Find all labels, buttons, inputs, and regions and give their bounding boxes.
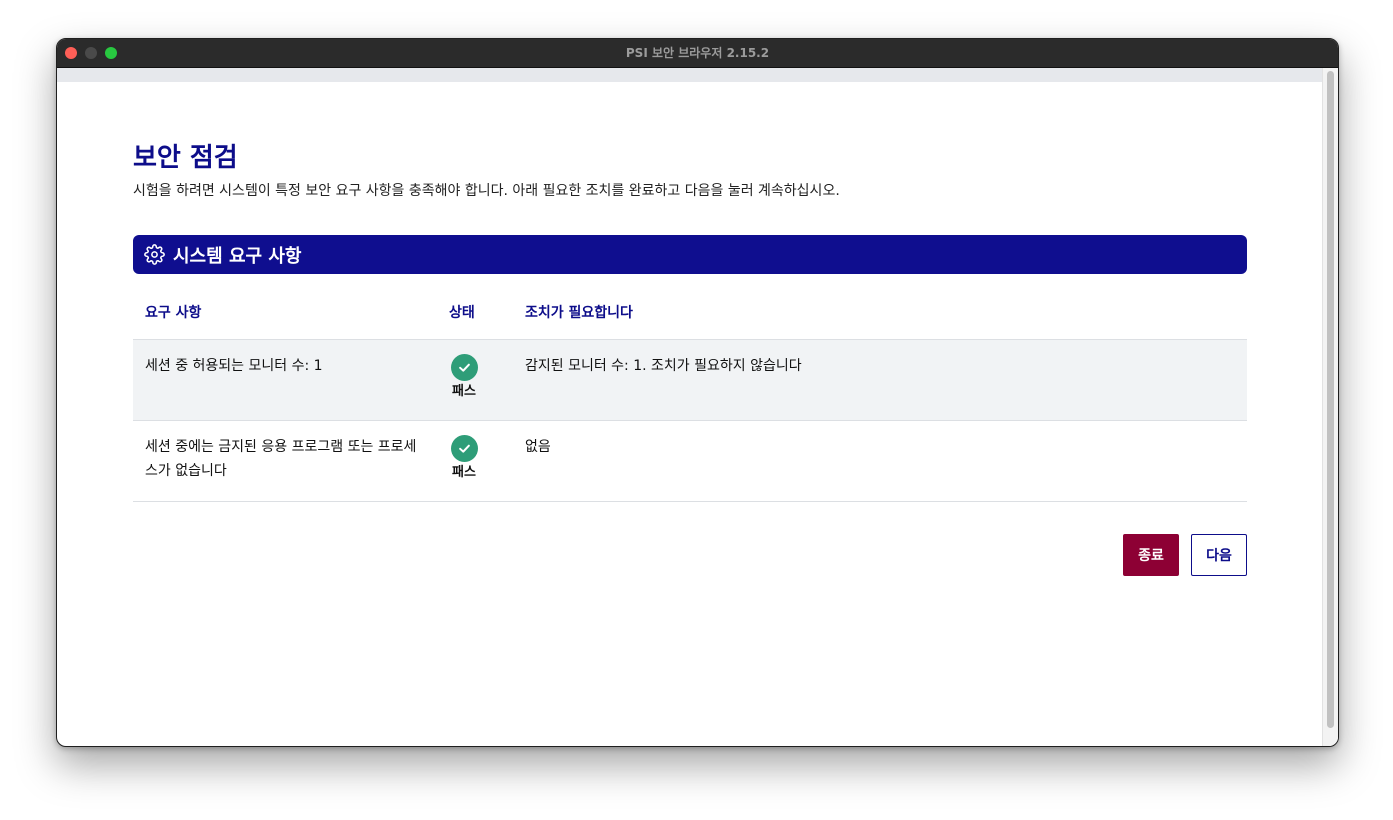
section-title: 시스템 요구 사항	[173, 245, 302, 267]
next-button[interactable]: 다음	[1191, 534, 1247, 576]
status-cell: 패스	[437, 339, 513, 421]
gear-icon	[144, 244, 165, 265]
requirement-cell: 세션 중에는 금지된 응용 프로그램 또는 프로세스가 없습니다	[133, 420, 437, 502]
app-window: PSI 보안 브라우저 2.15.2 보안 점검 시험을 하려면 시스템이 특정…	[56, 38, 1339, 747]
page-subtitle: 시험을 하려면 시스템이 특정 보안 요구 사항을 충족해야 합니다. 아래 필…	[133, 183, 840, 199]
check-circle-icon	[450, 354, 478, 381]
scrollbar-thumb[interactable]	[1327, 71, 1334, 728]
window-title: PSI 보안 브라우저 2.15.2	[625, 46, 770, 60]
main-content: 보안 점검 시험을 하려면 시스템이 특정 보안 요구 사항을 충족해야 합니다…	[133, 141, 1247, 576]
requirement-cell: 세션 중 허용되는 모니터 수: 1	[133, 339, 437, 421]
page-title: 보안 점검	[133, 143, 238, 173]
top-strip	[57, 68, 1323, 82]
exit-button[interactable]: 종료	[1123, 534, 1179, 576]
title-bar: PSI 보안 브라우저 2.15.2	[57, 39, 1338, 68]
table-row: 세션 중에는 금지된 응용 프로그램 또는 프로세스가 없습니다 패스 없음	[133, 420, 1247, 502]
status-label: 패스	[452, 465, 476, 480]
header-requirement: 요구 사항	[145, 305, 202, 321]
button-bar: 종료 다음	[133, 534, 1247, 576]
action-cell: 없음	[513, 420, 1247, 502]
table-row: 세션 중 허용되는 모니터 수: 1 패스 감지된 모니터 수: 1. 조치가 …	[133, 339, 1247, 421]
status-cell: 패스	[437, 420, 513, 502]
check-circle-icon	[450, 435, 478, 462]
action-cell: 감지된 모니터 수: 1. 조치가 필요하지 않습니다	[513, 339, 1247, 421]
table-header-row: 요구 사항 상태 조치가 필요합니다	[133, 296, 1247, 340]
header-action: 조치가 필요합니다	[525, 305, 633, 321]
status-label: 패스	[452, 384, 476, 399]
requirements-table: 요구 사항 상태 조치가 필요합니다 세션 중 허용되는 모니터 수: 1 패스…	[133, 296, 1247, 502]
header-status: 상태	[449, 305, 475, 321]
scrollbar-track[interactable]	[1322, 68, 1338, 746]
system-requirements-header: 시스템 요구 사항	[133, 235, 1247, 274]
